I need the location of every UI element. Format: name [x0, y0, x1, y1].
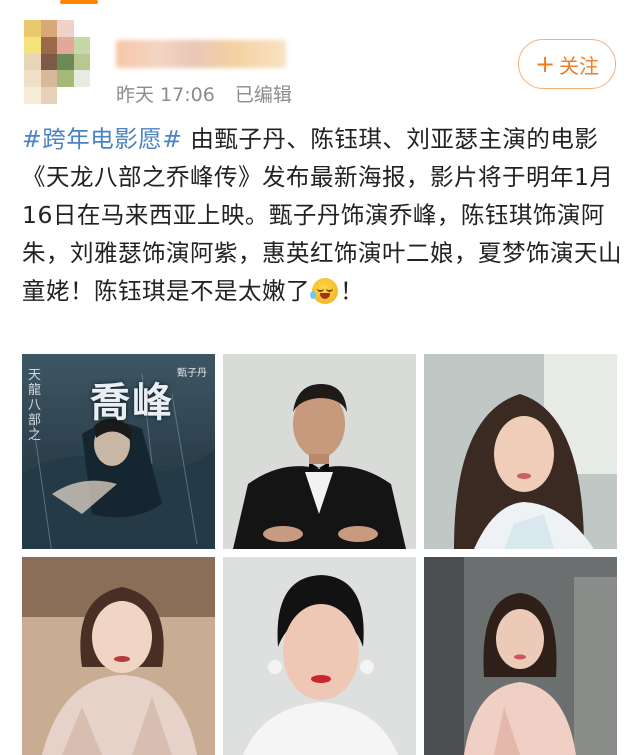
top-tab-indicator — [60, 0, 98, 4]
topic-link[interactable]: #跨年电影愿# — [22, 125, 182, 153]
man-in-tuxedo-photo[interactable] — [223, 354, 416, 549]
post-text: #跨年电影愿# 由甄子丹、陈钰琪、刘亚瑟主演的电影《天龙八部之乔峰传》发布最新海… — [22, 120, 628, 310]
laughing-tears-emoji-icon — [310, 278, 338, 304]
actress-photo-2[interactable] — [22, 557, 215, 755]
poster-title: 喬峰 — [90, 379, 174, 426]
avatar[interactable] — [24, 20, 90, 104]
post-time: 昨天 17:06 — [116, 84, 215, 106]
image-grid: 天龍八部之 喬峰 甄子丹 — [22, 354, 618, 755]
username-redacted[interactable] — [116, 40, 286, 68]
poster-credit: 甄子丹 — [177, 368, 207, 379]
actress-photo-3[interactable] — [223, 557, 416, 755]
movie-poster[interactable]: 天龍八部之 喬峰 甄子丹 — [22, 354, 215, 549]
post-tail: ！ — [340, 277, 364, 305]
edited-label: 已编辑 — [234, 84, 292, 106]
follow-button[interactable]: + 关注 — [518, 39, 616, 89]
actress-photo-1[interactable] — [424, 354, 617, 549]
follow-label: 关注 — [559, 53, 600, 78]
actress-photo-4[interactable] — [424, 557, 617, 755]
poster-side-text: 天龍八部之 — [28, 368, 42, 443]
plus-icon: + — [534, 50, 556, 78]
post-meta: 昨天 17:06 已编辑 — [116, 80, 292, 107]
